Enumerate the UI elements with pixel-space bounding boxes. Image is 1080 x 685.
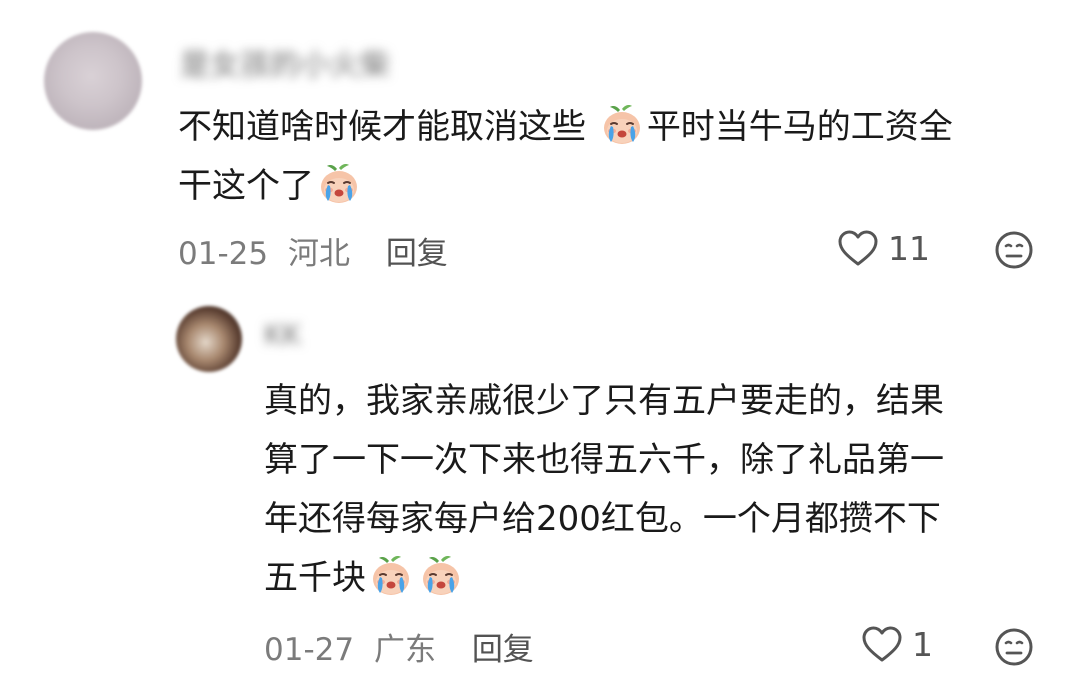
avatar[interactable] (176, 306, 242, 372)
like-count: 11 (888, 228, 930, 268)
comment-text: 真的，我家亲戚很少了只有五户要走的，结果 算了一下一次下来也得五六千，除了礼品第一… (264, 372, 1054, 608)
like-button[interactable]: 1 (860, 624, 933, 664)
username[interactable]: 是女孩的小火柴 (180, 40, 390, 84)
comment-line: 五千块 (264, 549, 1054, 608)
like-count: 1 (912, 624, 933, 664)
comment-meta: 01-27 广东 回复 (264, 624, 534, 669)
comment-line: 不知道啥时候才能取消这些 平时当牛马的工资全 (178, 98, 1058, 157)
comment-date: 01-25 (178, 236, 269, 272)
comment-text-segment: 算了一下一次下来也得五六千，除了礼品第一 (264, 440, 944, 480)
heart-outline-icon (862, 626, 902, 662)
reply-button[interactable]: 回复 (386, 228, 448, 273)
neutral-face-icon[interactable] (994, 627, 1034, 667)
neutral-face-icon[interactable] (994, 230, 1034, 270)
comment-text-segment: 干这个了 (178, 166, 314, 206)
comment-text-segment: 年还得每家每户给200红包。一个月都攒不下 (264, 499, 941, 539)
crying-peach-emoji (423, 556, 459, 595)
comment-line: 真的，我家亲戚很少了只有五户要走的，结果 (264, 372, 1054, 431)
comment-location: 广东 (373, 632, 436, 668)
avatar[interactable] (44, 32, 142, 130)
crying-peach-emoji (321, 164, 357, 203)
comment-date: 01-27 (264, 632, 355, 668)
comment-line: 算了一下一次下来也得五六千，除了礼品第一 (264, 431, 1054, 490)
crying-peach-emoji (373, 556, 409, 595)
comment-location: 河北 (287, 236, 350, 272)
heart-outline-icon (838, 230, 878, 266)
comment-meta: 01-25 河北 回复 (178, 228, 448, 273)
like-button[interactable]: 11 (836, 228, 930, 268)
comment-line: 干这个了 (178, 157, 1058, 216)
reply-button[interactable]: 回复 (472, 624, 534, 669)
comment-text-segment: 真的，我家亲戚很少了只有五户要走的，结果 (264, 381, 944, 421)
comment-text: 不知道啥时候才能取消这些 平时当牛马的工资全干这个了 (178, 98, 1058, 216)
comment-text-segment: 平时当牛马的工资全 (646, 107, 953, 147)
comment-line: 年还得每家每户给200红包。一个月都攒不下 (264, 490, 1054, 549)
crying-peach-emoji (603, 105, 640, 144)
username[interactable]: KK (264, 318, 301, 351)
comment-text-segment: 不知道啥时候才能取消这些 (178, 107, 597, 147)
comment-text-segment: 五千块 (264, 558, 366, 598)
